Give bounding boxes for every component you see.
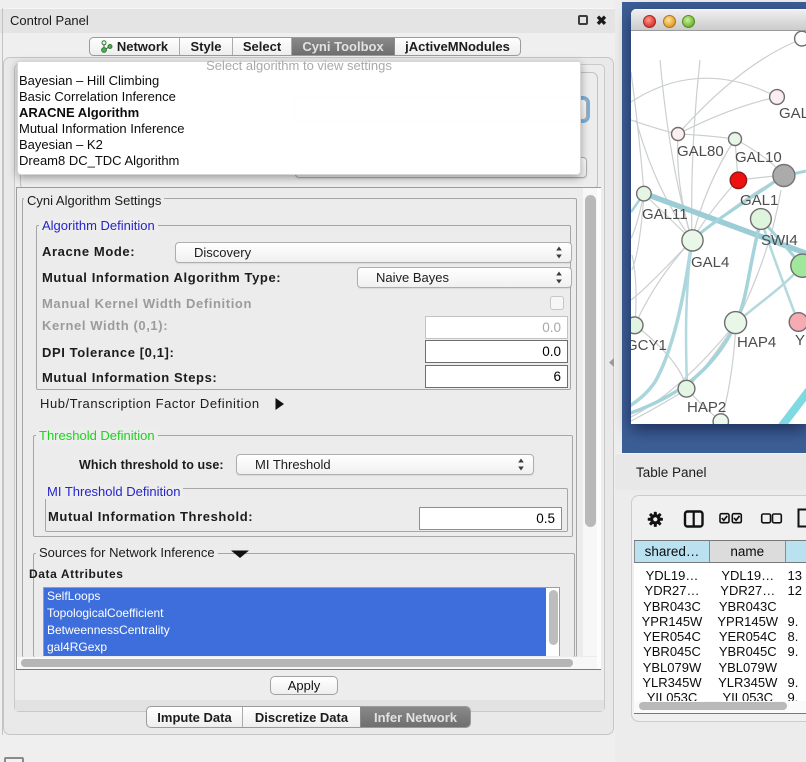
svg-text:GAL11: GAL11 bbox=[642, 206, 688, 223]
svg-text:GAL10: GAL10 bbox=[735, 149, 782, 166]
svg-text:Y: Y bbox=[795, 332, 805, 349]
svg-text:SWI4: SWI4 bbox=[761, 232, 798, 249]
svg-text:GCY1: GCY1 bbox=[631, 337, 667, 354]
svg-text:GAL4: GAL4 bbox=[691, 254, 729, 271]
svg-text:HAP2: HAP2 bbox=[687, 399, 726, 416]
svg-text:HAP4: HAP4 bbox=[737, 334, 776, 351]
svg-text:GAL1: GAL1 bbox=[740, 192, 778, 209]
svg-text:GAL: GAL bbox=[779, 105, 806, 122]
svg-text:GAL80: GAL80 bbox=[677, 143, 724, 160]
